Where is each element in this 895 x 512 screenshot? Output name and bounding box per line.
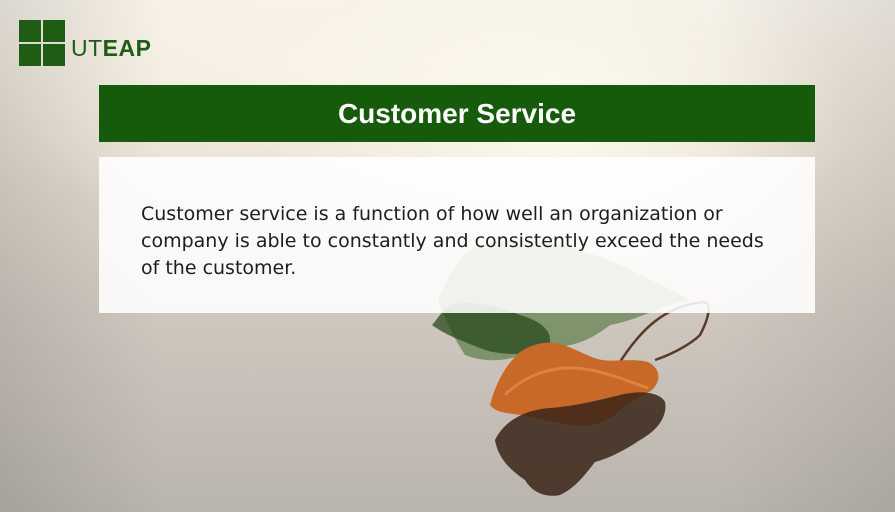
title-bar: Customer Service bbox=[99, 85, 815, 142]
slide-title: Customer Service bbox=[337, 97, 577, 129]
slide-body-text: Customer service is a function of how we… bbox=[141, 203, 764, 279]
body-text-box: Customer service is a function of how we… bbox=[99, 157, 815, 313]
slide: UTEAP Customer Service Customer service … bbox=[0, 0, 895, 512]
uteap-logo: UTEAP bbox=[19, 19, 151, 67]
four-squares-logo-icon bbox=[19, 20, 65, 66]
logo-text-light: UT bbox=[71, 34, 103, 61]
logo-text-bold: EAP bbox=[102, 34, 152, 61]
logo-wordmark: UTEAP bbox=[71, 35, 151, 62]
